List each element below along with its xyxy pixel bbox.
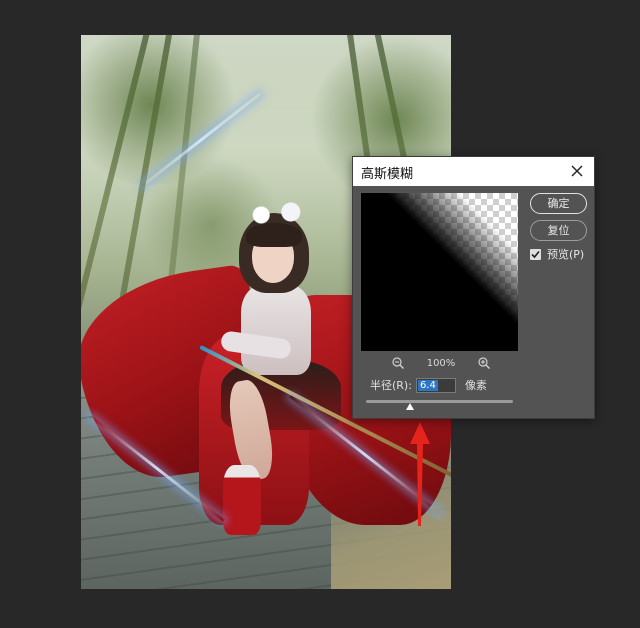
zoom-in-icon[interactable]	[477, 356, 491, 370]
radius-value: 6.4	[417, 379, 438, 391]
reset-button[interactable]: 复位	[530, 220, 587, 241]
torso	[241, 285, 311, 375]
preview-label: 预览(P)	[547, 248, 585, 261]
transparency-checker	[361, 193, 518, 351]
radius-slider-thumb[interactable]	[406, 403, 415, 410]
preview-checkbox[interactable]	[530, 248, 541, 260]
radius-input[interactable]: 6.4	[415, 377, 456, 393]
blur-preview[interactable]	[361, 193, 518, 351]
boot	[223, 465, 261, 535]
close-icon[interactable]	[568, 162, 586, 180]
checkmark-icon	[531, 250, 540, 258]
zoom-out-icon[interactable]	[391, 356, 405, 370]
dialog-titlebar[interactable]: 高斯模糊	[353, 157, 594, 186]
gaussian-blur-dialog: 高斯模糊 确定 复位 预览(P) 100% 半径(R): 6.4 像素	[352, 156, 595, 419]
zoom-level: 100%	[426, 357, 456, 369]
zoom-controls: 100%	[391, 355, 491, 371]
unit-label: 像素	[464, 379, 487, 392]
radius-row: 半径(R): 6.4 像素	[370, 376, 487, 394]
radius-label: 半径(R):	[370, 379, 412, 392]
feather-headpiece	[239, 197, 313, 227]
preview-toggle[interactable]: 预览(P)	[530, 247, 584, 261]
ok-button[interactable]: 确定	[530, 193, 587, 214]
dialog-title: 高斯模糊	[361, 167, 414, 182]
annotation-arrow-icon	[410, 422, 430, 526]
radius-slider-track[interactable]	[366, 400, 513, 403]
